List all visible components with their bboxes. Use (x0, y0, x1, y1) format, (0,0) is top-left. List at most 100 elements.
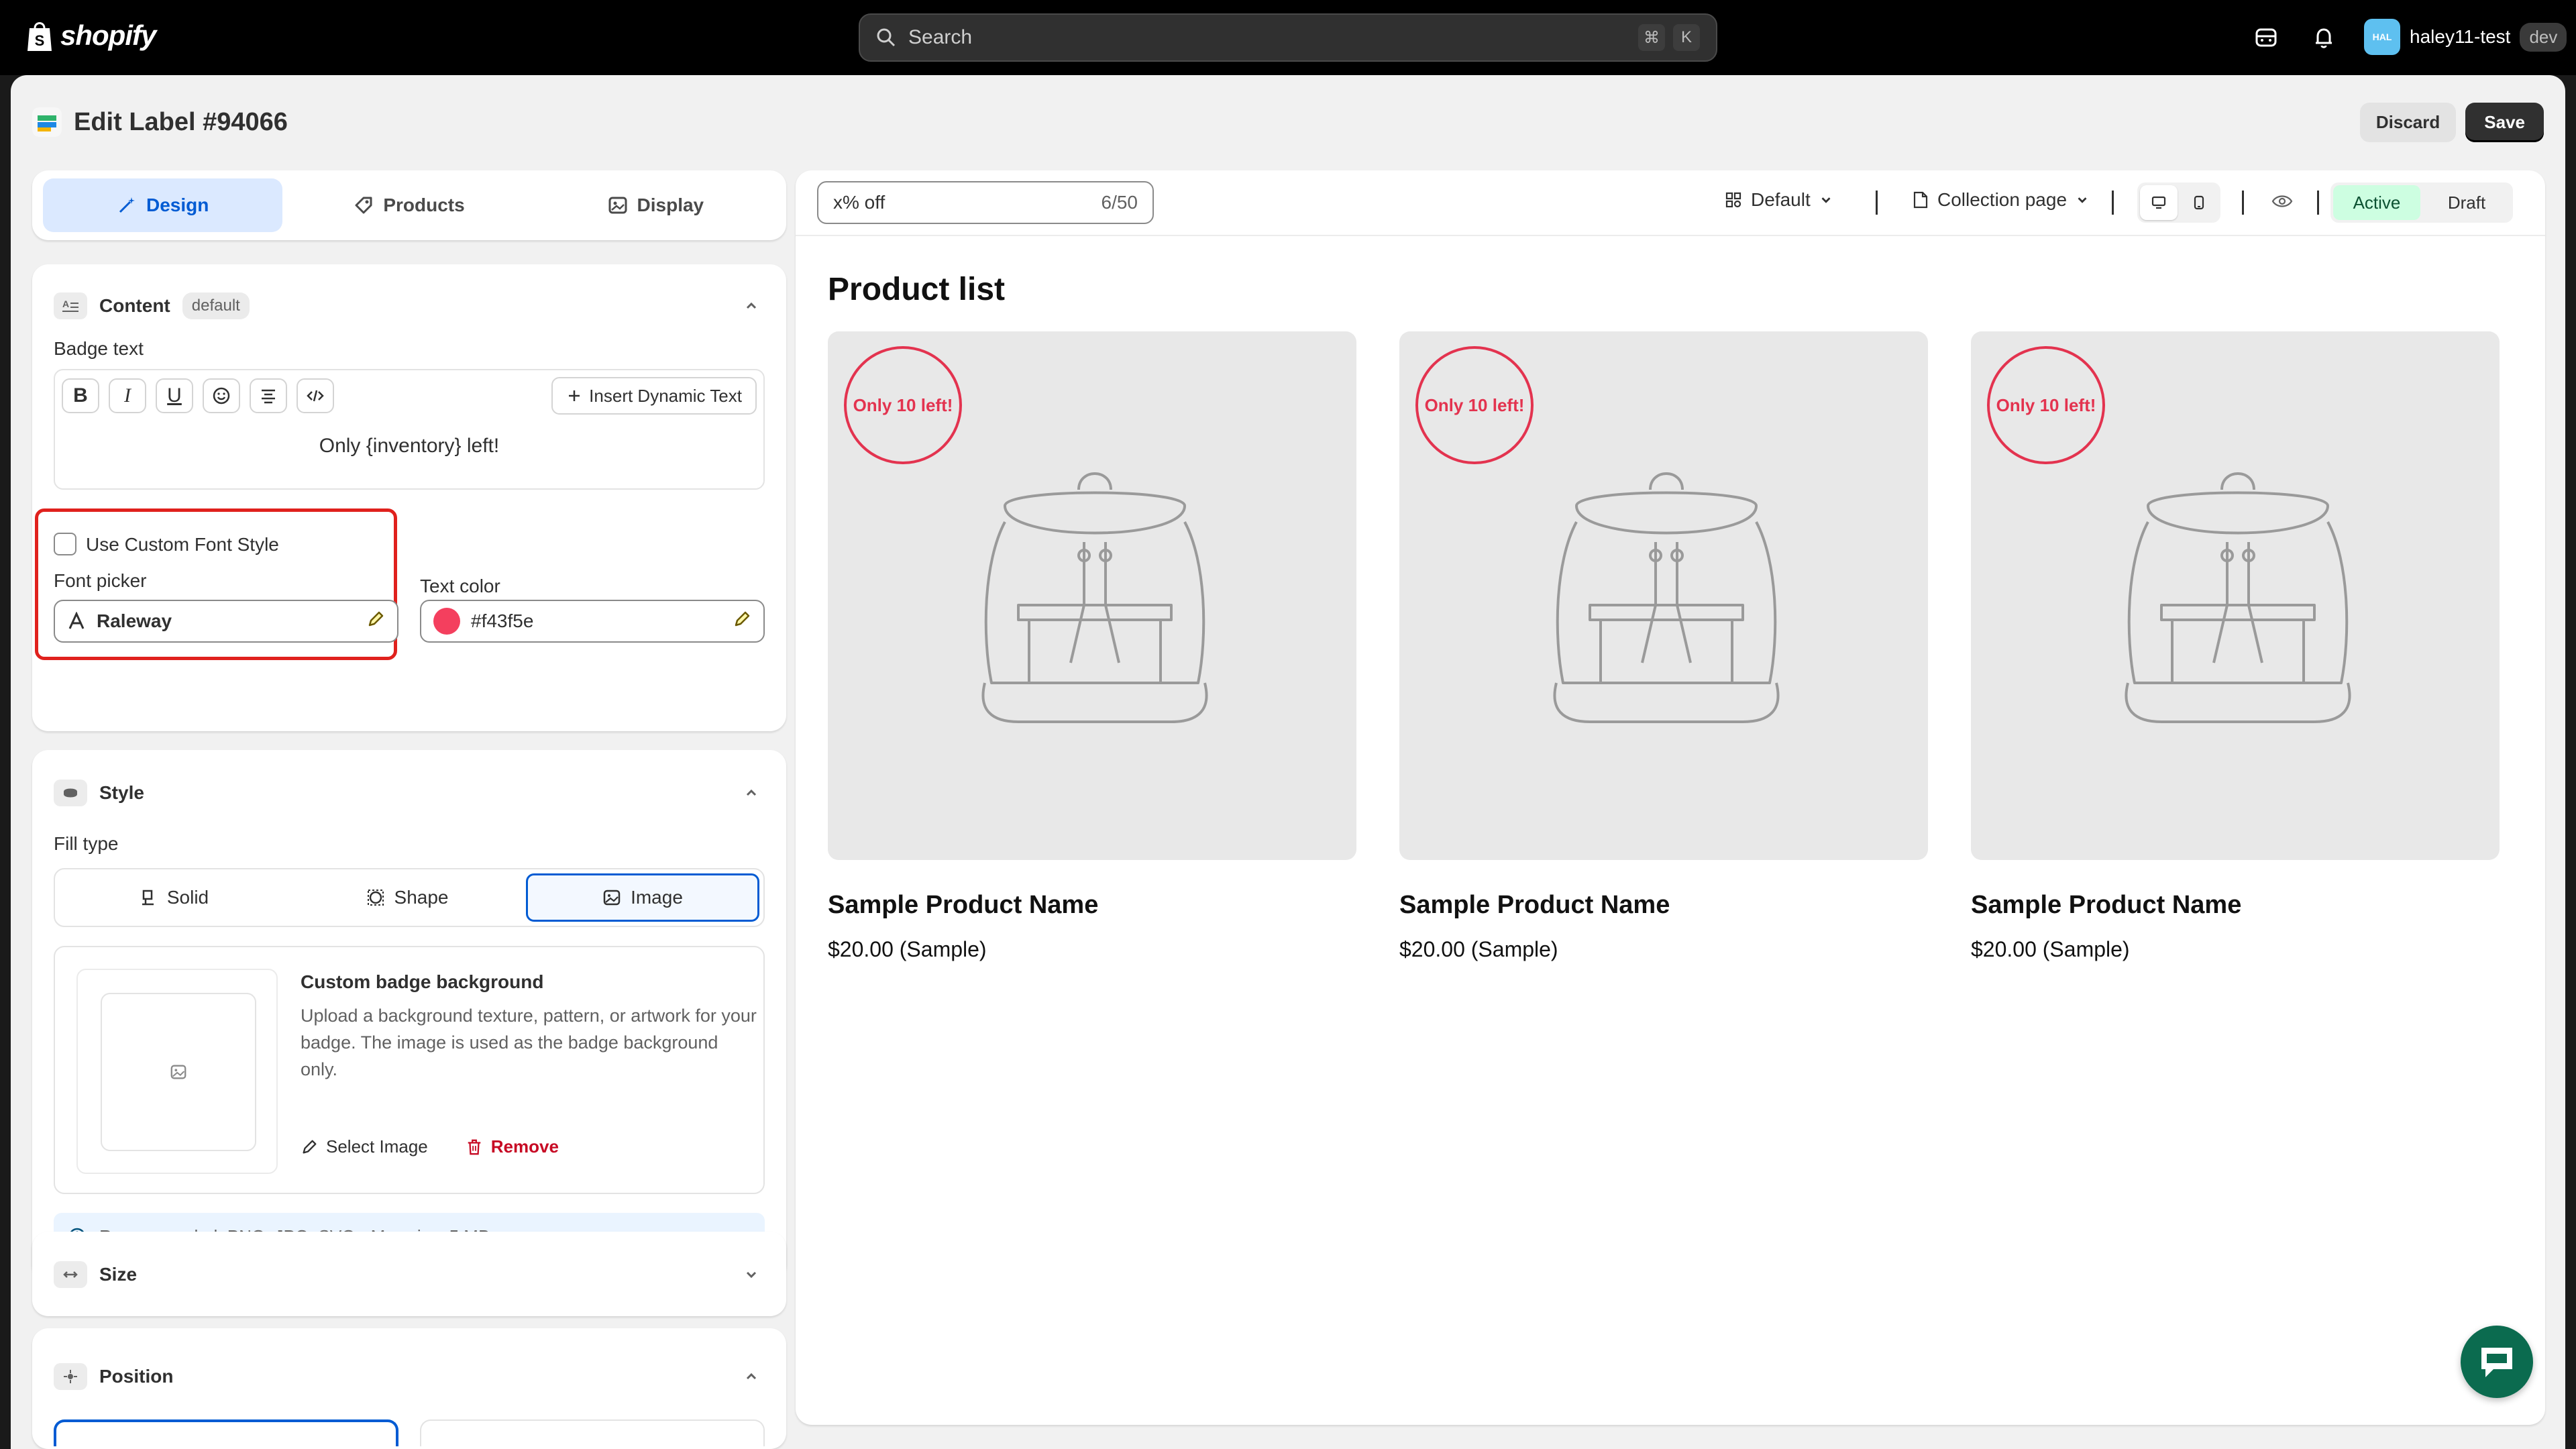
chat-icon (2481, 1348, 2512, 1377)
status-draft-button[interactable]: Draft (2423, 185, 2510, 220)
product-price: $20.00 (Sample) (1971, 937, 2130, 961)
editor-toolbar: B I U Insert Dynamic Text (62, 377, 757, 415)
product-card[interactable]: Only 10 left! Sample Product Name $20.00… (828, 331, 1356, 962)
page-title: Edit Label #94066 (74, 107, 288, 136)
product-name: Sample Product Name (1971, 891, 2242, 919)
style-header[interactable]: Style (54, 777, 765, 809)
bold-button[interactable]: B (62, 378, 99, 413)
desktop-view-button[interactable] (2140, 185, 2178, 220)
content-header[interactable]: A Content default (54, 290, 765, 322)
tab-display[interactable]: Display (536, 178, 775, 232)
theme-select[interactable]: Default (1724, 189, 1833, 211)
label-name-input[interactable]: x% off 6/50 (817, 181, 1154, 224)
badge-text-editor[interactable]: B I U Insert Dynamic Text Only {inventor… (54, 369, 765, 490)
align-center-button[interactable] (250, 378, 287, 413)
product-card[interactable]: Only 10 left! Sample Product Name $20.00… (1971, 331, 2500, 962)
pencil-icon[interactable] (366, 610, 385, 633)
shortcut-key-cmd: ⌘ (1638, 24, 1665, 51)
select-image-button[interactable]: Select Image (301, 1136, 428, 1157)
size-title: Size (99, 1264, 138, 1285)
insert-dynamic-text-button[interactable]: Insert Dynamic Text (551, 377, 757, 415)
fill-solid-label: Solid (166, 887, 209, 908)
search-placeholder: Search (908, 26, 973, 48)
pencil-icon[interactable] (733, 610, 751, 633)
shopify-logo[interactable]: S shopify (25, 19, 156, 52)
chevron-up-icon[interactable] (738, 780, 765, 806)
chevron-up-icon[interactable] (738, 1363, 765, 1390)
product-name: Sample Product Name (828, 891, 1099, 919)
shopify-bag-icon: S (28, 22, 52, 51)
pencil-icon (303, 1140, 317, 1154)
product-list-heading: Product list (828, 272, 1006, 307)
tab-display-label: Display (637, 195, 704, 215)
code-button[interactable] (297, 378, 334, 413)
style-card: Style Fill type Solid Shape Image Custom… (32, 750, 786, 1280)
custom-font-checkbox[interactable] (54, 533, 76, 555)
underline-button[interactable]: U (156, 378, 193, 413)
label-badge: Only 10 left! (1415, 346, 1534, 464)
position-option[interactable] (420, 1419, 765, 1446)
store-icon[interactable] (2251, 23, 2281, 52)
content-card: A Content default Badge text B I U Inser… (32, 264, 786, 731)
fill-solid-option[interactable]: Solid (59, 873, 288, 922)
editor-tabs: Design Products Display (32, 170, 786, 240)
size-card: Size (32, 1232, 786, 1316)
divider (1876, 191, 1878, 215)
font-picker-label: Font picker (54, 570, 147, 591)
bell-icon[interactable] (2309, 23, 2339, 52)
svg-text:S: S (35, 32, 45, 49)
product-card[interactable]: Only 10 left! Sample Product Name $20.00… (1399, 331, 1928, 962)
font-picker-value: Raleway (97, 610, 172, 631)
display-icon (608, 197, 627, 214)
label-badge: Only 10 left! (844, 346, 962, 464)
tag-icon (355, 197, 372, 214)
tab-design[interactable]: Design (43, 178, 283, 232)
position-header[interactable]: Position (54, 1360, 765, 1393)
status-toggle: Active Draft (2330, 182, 2513, 223)
preview-eye-button[interactable] (2271, 192, 2293, 211)
custom-font-label: Use Custom Font Style (86, 534, 279, 555)
color-swatch[interactable] (433, 608, 460, 635)
backpack-icon (981, 472, 1208, 723)
user-menu[interactable]: HAL haley11-test dev (2364, 19, 2567, 55)
product-image: Only 10 left! (828, 331, 1356, 860)
remove-image-button[interactable]: Remove (466, 1136, 559, 1157)
chat-button[interactable] (2461, 1326, 2533, 1398)
preview-toolbar: x% off 6/50 Default Collection page Acti… (796, 170, 2545, 236)
font-a-icon (68, 612, 85, 629)
fill-type-label: Fill type (54, 833, 119, 854)
image-placeholder (101, 993, 256, 1151)
chevron-up-icon[interactable] (738, 292, 765, 319)
badge-text-value[interactable]: Only {inventory} left! (55, 435, 763, 458)
font-picker-field[interactable]: Raleway (54, 600, 398, 643)
theme-select-value: Default (1751, 189, 1811, 210)
fill-type-selector: Solid Shape Image (54, 868, 765, 927)
fill-image-option[interactable]: Image (526, 873, 759, 922)
size-header[interactable]: Size (54, 1258, 765, 1291)
style-title: Style (99, 782, 144, 803)
search-input[interactable]: Search ⌘ K (859, 13, 1717, 62)
emoji-button[interactable] (203, 378, 240, 413)
preview-panel: x% off 6/50 Default Collection page Acti… (796, 170, 2545, 1425)
italic-button[interactable]: I (109, 378, 146, 413)
chevron-down-icon[interactable] (738, 1261, 765, 1288)
mobile-view-button[interactable] (2180, 185, 2218, 220)
plus-icon (569, 390, 580, 401)
save-button[interactable]: Save (2465, 102, 2544, 142)
tab-products[interactable]: Products (289, 178, 529, 232)
backpack-icon (1553, 472, 1780, 723)
backpack-icon (2125, 472, 2351, 723)
align-center-icon (262, 389, 275, 404)
page-select[interactable]: Collection page (1912, 189, 2090, 211)
text-color-field[interactable]: #f43f5e (420, 600, 765, 643)
discard-button[interactable]: Discard (2359, 102, 2457, 142)
content-title: Content (99, 295, 170, 316)
device-toggle (2137, 182, 2220, 223)
image-thumbnail[interactable] (76, 969, 278, 1174)
page-header: Edit Label #94066 Discard Save (32, 95, 2544, 149)
chevron-down-icon (1821, 197, 1831, 203)
text-color-label: Text color (420, 576, 500, 596)
status-active-button[interactable]: Active (2333, 185, 2420, 220)
fill-shape-option[interactable]: Shape (292, 873, 522, 922)
position-option-selected[interactable] (54, 1419, 398, 1446)
